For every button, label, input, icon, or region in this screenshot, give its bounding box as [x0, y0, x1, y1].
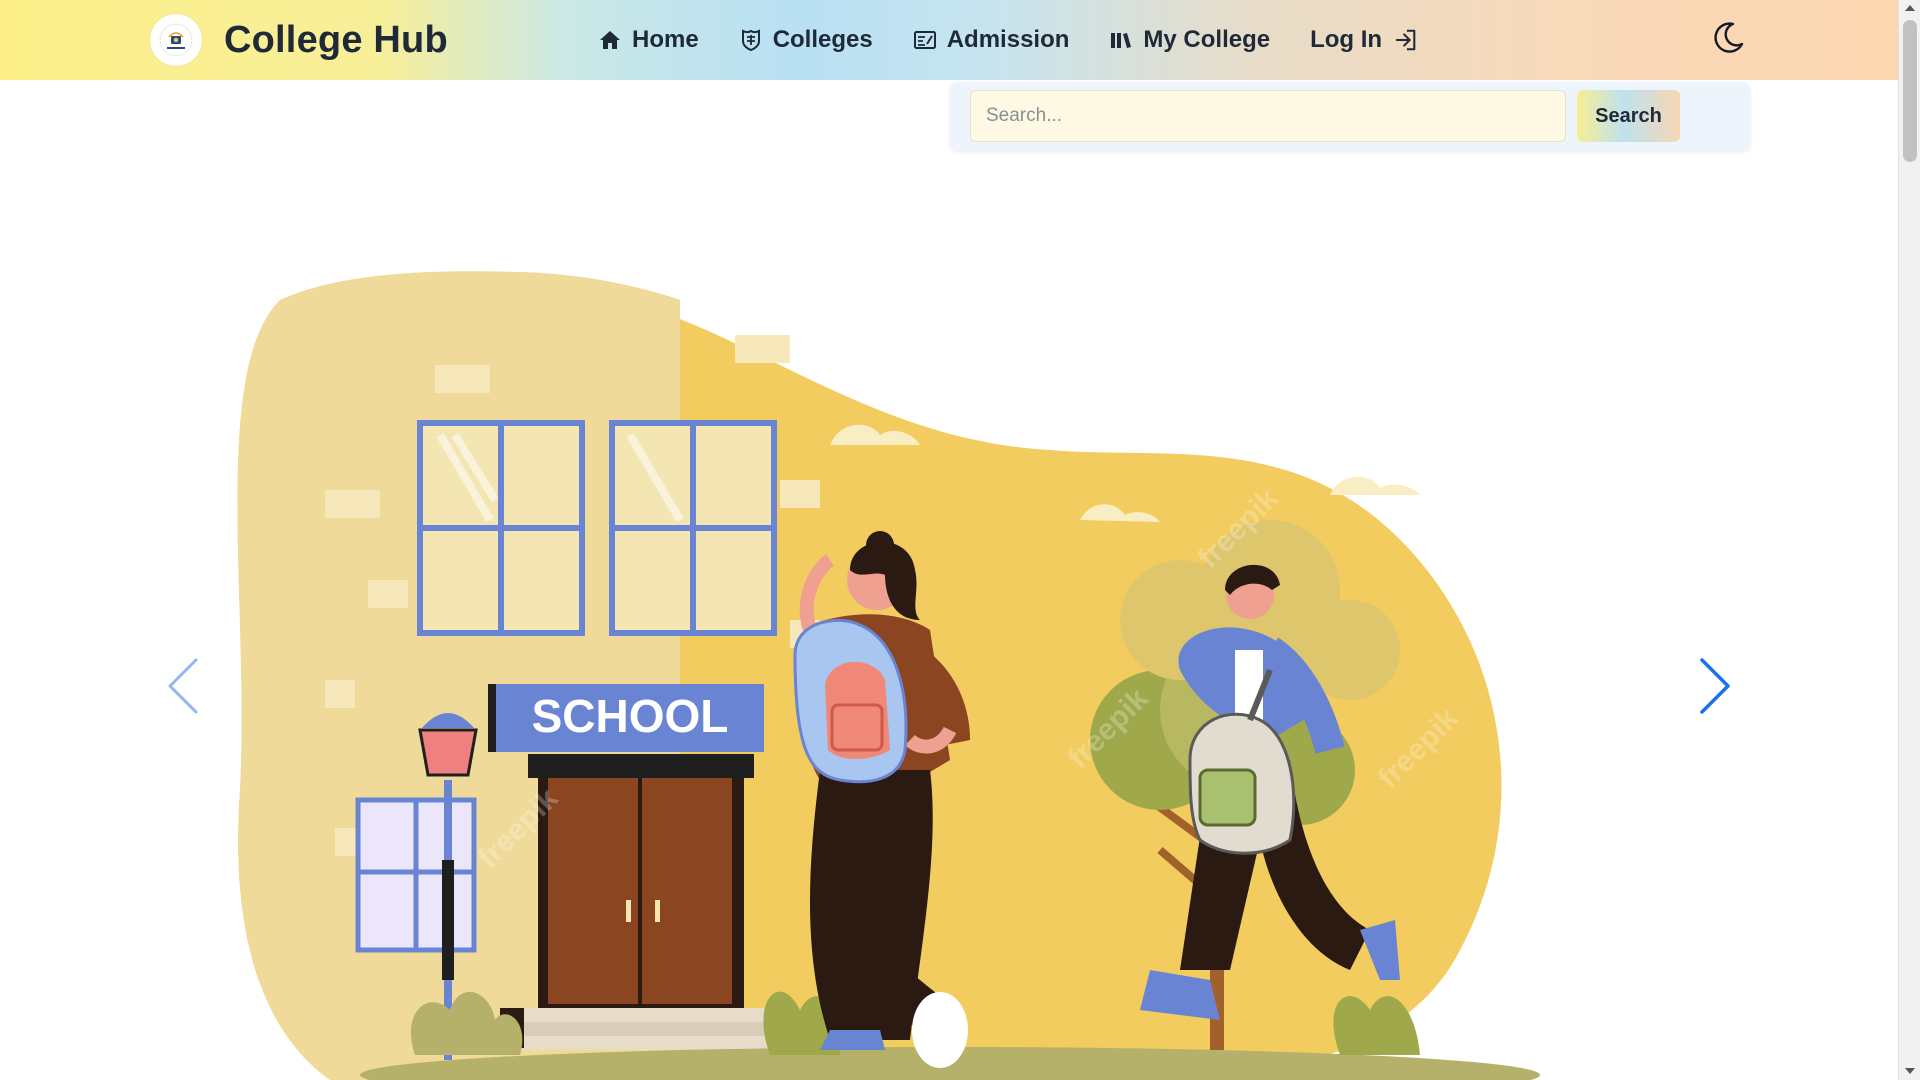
carousel-next-button[interactable]	[1690, 648, 1740, 728]
search-button[interactable]: Search	[1577, 90, 1680, 142]
main-nav: Home Colleges Admission My College Log I…	[598, 0, 1418, 80]
nav-label-my-college: My College	[1143, 26, 1271, 53]
page-scrollbar[interactable]	[1898, 0, 1920, 1080]
scroll-down-arrow-icon[interactable]	[1905, 1068, 1915, 1074]
carousel-prev-button[interactable]	[158, 648, 208, 728]
nav-item-admission[interactable]: Admission	[913, 26, 1070, 54]
home-icon	[598, 28, 622, 52]
scrollbar-thumb[interactable]	[1903, 20, 1917, 162]
navbar: College Hub Home Colleges Admission My C…	[0, 0, 1898, 80]
theme-toggle-button[interactable]	[1708, 20, 1748, 60]
moon-icon	[1710, 20, 1746, 61]
books-icon	[1109, 28, 1133, 52]
logo-icon[interactable]	[150, 14, 202, 66]
page: College Hub Home Colleges Admission My C…	[0, 0, 1920, 1080]
nav-item-home[interactable]: Home	[598, 26, 699, 54]
chevron-right-icon	[1698, 656, 1732, 721]
admission-icon	[913, 28, 937, 52]
brand[interactable]: College Hub	[150, 14, 448, 66]
scroll-up-arrow-icon[interactable]	[1905, 5, 1915, 11]
school-sign-text: SCHOOL	[532, 690, 729, 742]
app-title[interactable]: College Hub	[224, 19, 448, 62]
nav-label-login: Log In	[1310, 26, 1383, 53]
hero-illustration: SCHOOL freepik freepik freepik freepik	[237, 271, 1540, 1080]
search-input[interactable]	[970, 90, 1566, 142]
chevron-left-icon	[166, 656, 200, 721]
nav-label-admission: Admission	[946, 26, 1070, 53]
hero-carousel: SCHOOL freepik freepik freepik freepik	[150, 150, 1750, 1080]
login-icon	[1394, 28, 1418, 52]
nav-item-colleges[interactable]: Colleges	[739, 26, 873, 54]
search-bar: Search	[950, 82, 1750, 150]
nav-label-colleges: Colleges	[772, 26, 873, 53]
university-icon	[739, 28, 763, 52]
nav-label-home: Home	[632, 26, 699, 53]
nav-item-my-college[interactable]: My College	[1109, 26, 1270, 54]
login-link[interactable]: Log In	[1310, 26, 1418, 54]
